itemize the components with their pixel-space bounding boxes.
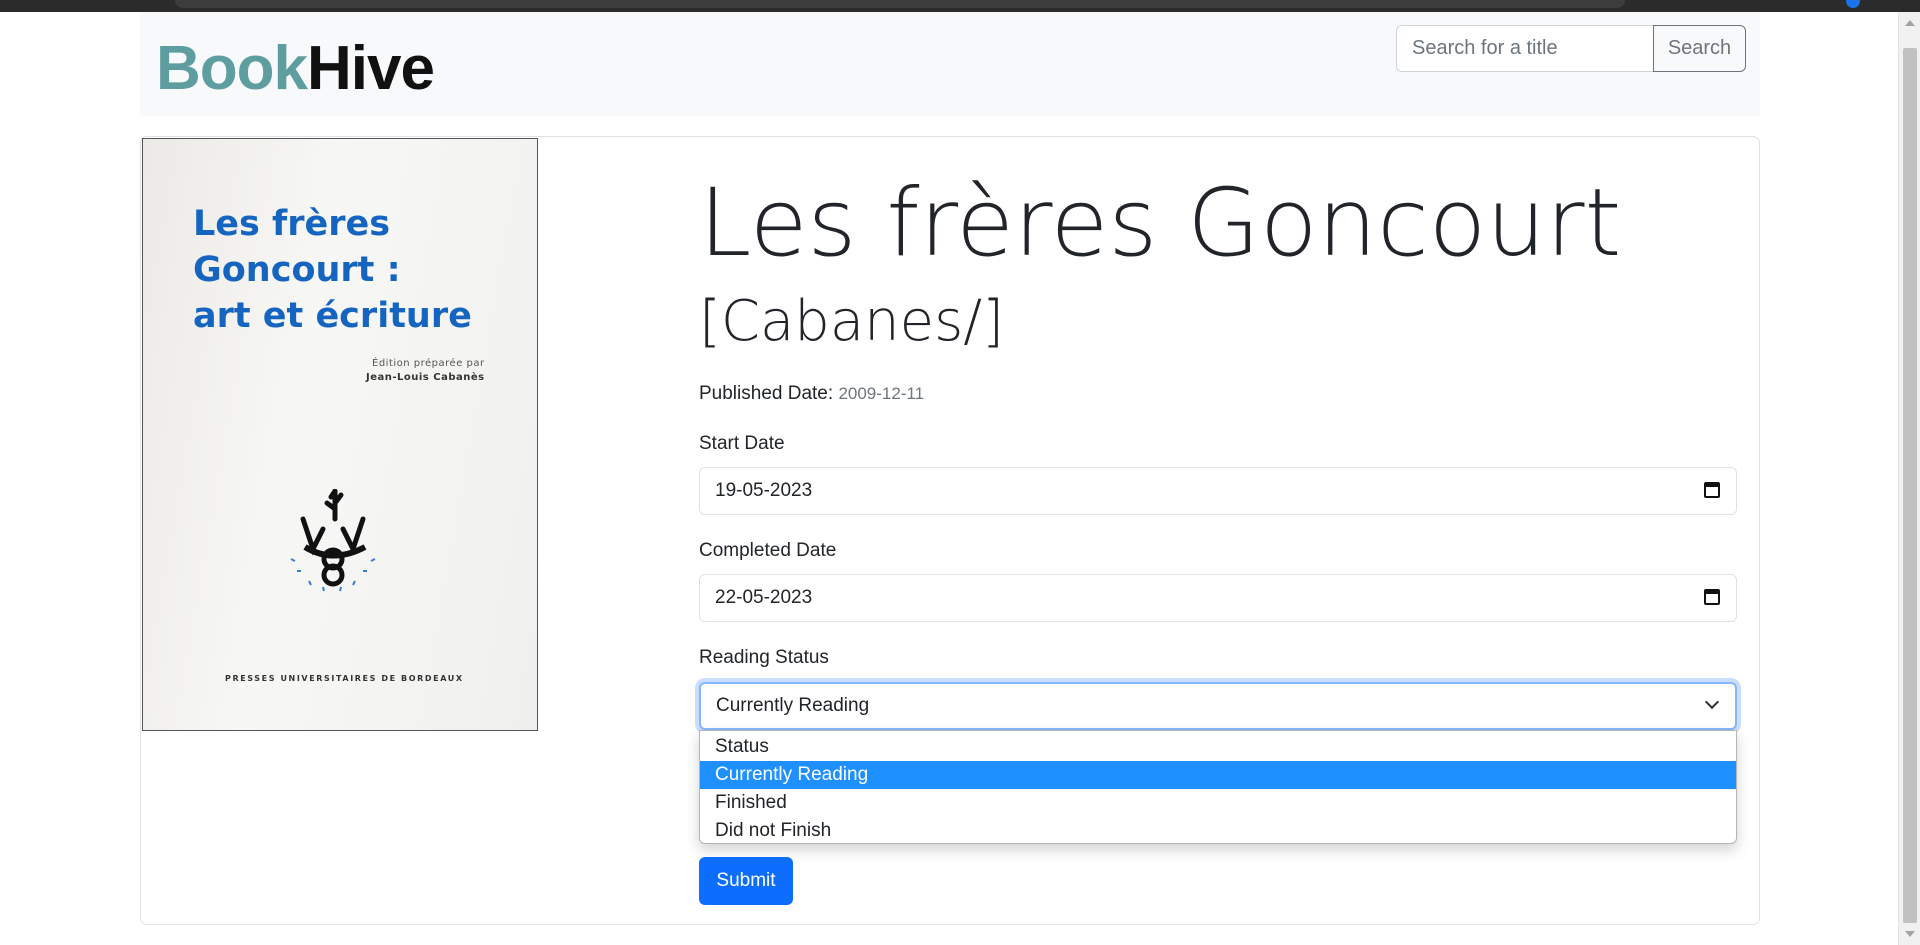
scrollbar-thumb[interactable] bbox=[1903, 48, 1917, 923]
brand-part-hive: Hive bbox=[307, 34, 435, 103]
search-button[interactable]: Search bbox=[1653, 25, 1746, 72]
status-option-status[interactable]: Status bbox=[700, 733, 1736, 761]
published-date-label: Published Date: bbox=[699, 383, 834, 404]
calendar-icon[interactable] bbox=[1704, 482, 1720, 498]
reading-status-value: Currently Reading bbox=[716, 695, 870, 716]
scroll-down-arrow-icon[interactable] bbox=[1905, 931, 1915, 937]
cover-edition-line: Édition préparée par bbox=[372, 358, 485, 369]
status-option-currently-reading[interactable]: Currently Reading bbox=[700, 761, 1736, 789]
brand-part-book: Book bbox=[156, 34, 308, 103]
published-date: Published Date: 2009-12-11 bbox=[699, 383, 924, 405]
published-date-value: 2009-12-11 bbox=[838, 384, 925, 403]
navbar: BookHive Search bbox=[140, 12, 1760, 116]
start-date-value: 19-05-2023 bbox=[715, 480, 813, 501]
submit-button[interactable]: Submit bbox=[699, 857, 793, 905]
completed-date-value: 22-05-2023 bbox=[715, 587, 813, 608]
cover-title: Les frères Goncourt : art et écriture bbox=[193, 204, 472, 336]
publisher-emblem-icon bbox=[290, 489, 376, 592]
book-cover-image: Les frères Goncourt : art et écriture Éd… bbox=[142, 138, 538, 731]
reading-status-options: Status Currently Reading Finished Did no… bbox=[699, 730, 1737, 844]
completed-date-field[interactable]: 22-05-2023 bbox=[699, 574, 1737, 622]
calendar-icon[interactable] bbox=[1704, 589, 1720, 605]
scroll-up-arrow-icon[interactable] bbox=[1905, 20, 1915, 26]
book-author: [Cabanes/] bbox=[699, 289, 1004, 354]
status-option-finished[interactable]: Finished bbox=[700, 789, 1736, 817]
status-option-did-not-finish[interactable]: Did not Finish bbox=[700, 817, 1736, 843]
brand-logo[interactable]: BookHive bbox=[156, 20, 435, 118]
reading-status-select[interactable]: Currently Reading bbox=[699, 682, 1737, 730]
reading-status-label: Reading Status bbox=[699, 647, 829, 668]
completed-date-label: Completed Date bbox=[699, 540, 837, 561]
page-scrollbar[interactable] bbox=[1898, 12, 1920, 945]
search-input[interactable] bbox=[1396, 25, 1654, 72]
book-title: Les frères Goncourt bbox=[699, 169, 1622, 278]
cover-editor: Jean-Louis Cabanès bbox=[366, 372, 485, 383]
start-date-label: Start Date bbox=[699, 433, 785, 454]
start-date-field[interactable]: 19-05-2023 bbox=[699, 467, 1737, 515]
cover-publisher: PRESSES UNIVERSITAIRES DE BORDEAUX bbox=[225, 674, 464, 683]
book-card: Les frères Goncourt : art et écriture Éd… bbox=[140, 136, 1760, 925]
profile-indicator[interactable] bbox=[1846, 0, 1860, 8]
chevron-down-icon bbox=[1704, 694, 1720, 710]
browser-top-strip bbox=[0, 0, 1920, 12]
browser-tab-bar bbox=[175, 0, 1625, 8]
